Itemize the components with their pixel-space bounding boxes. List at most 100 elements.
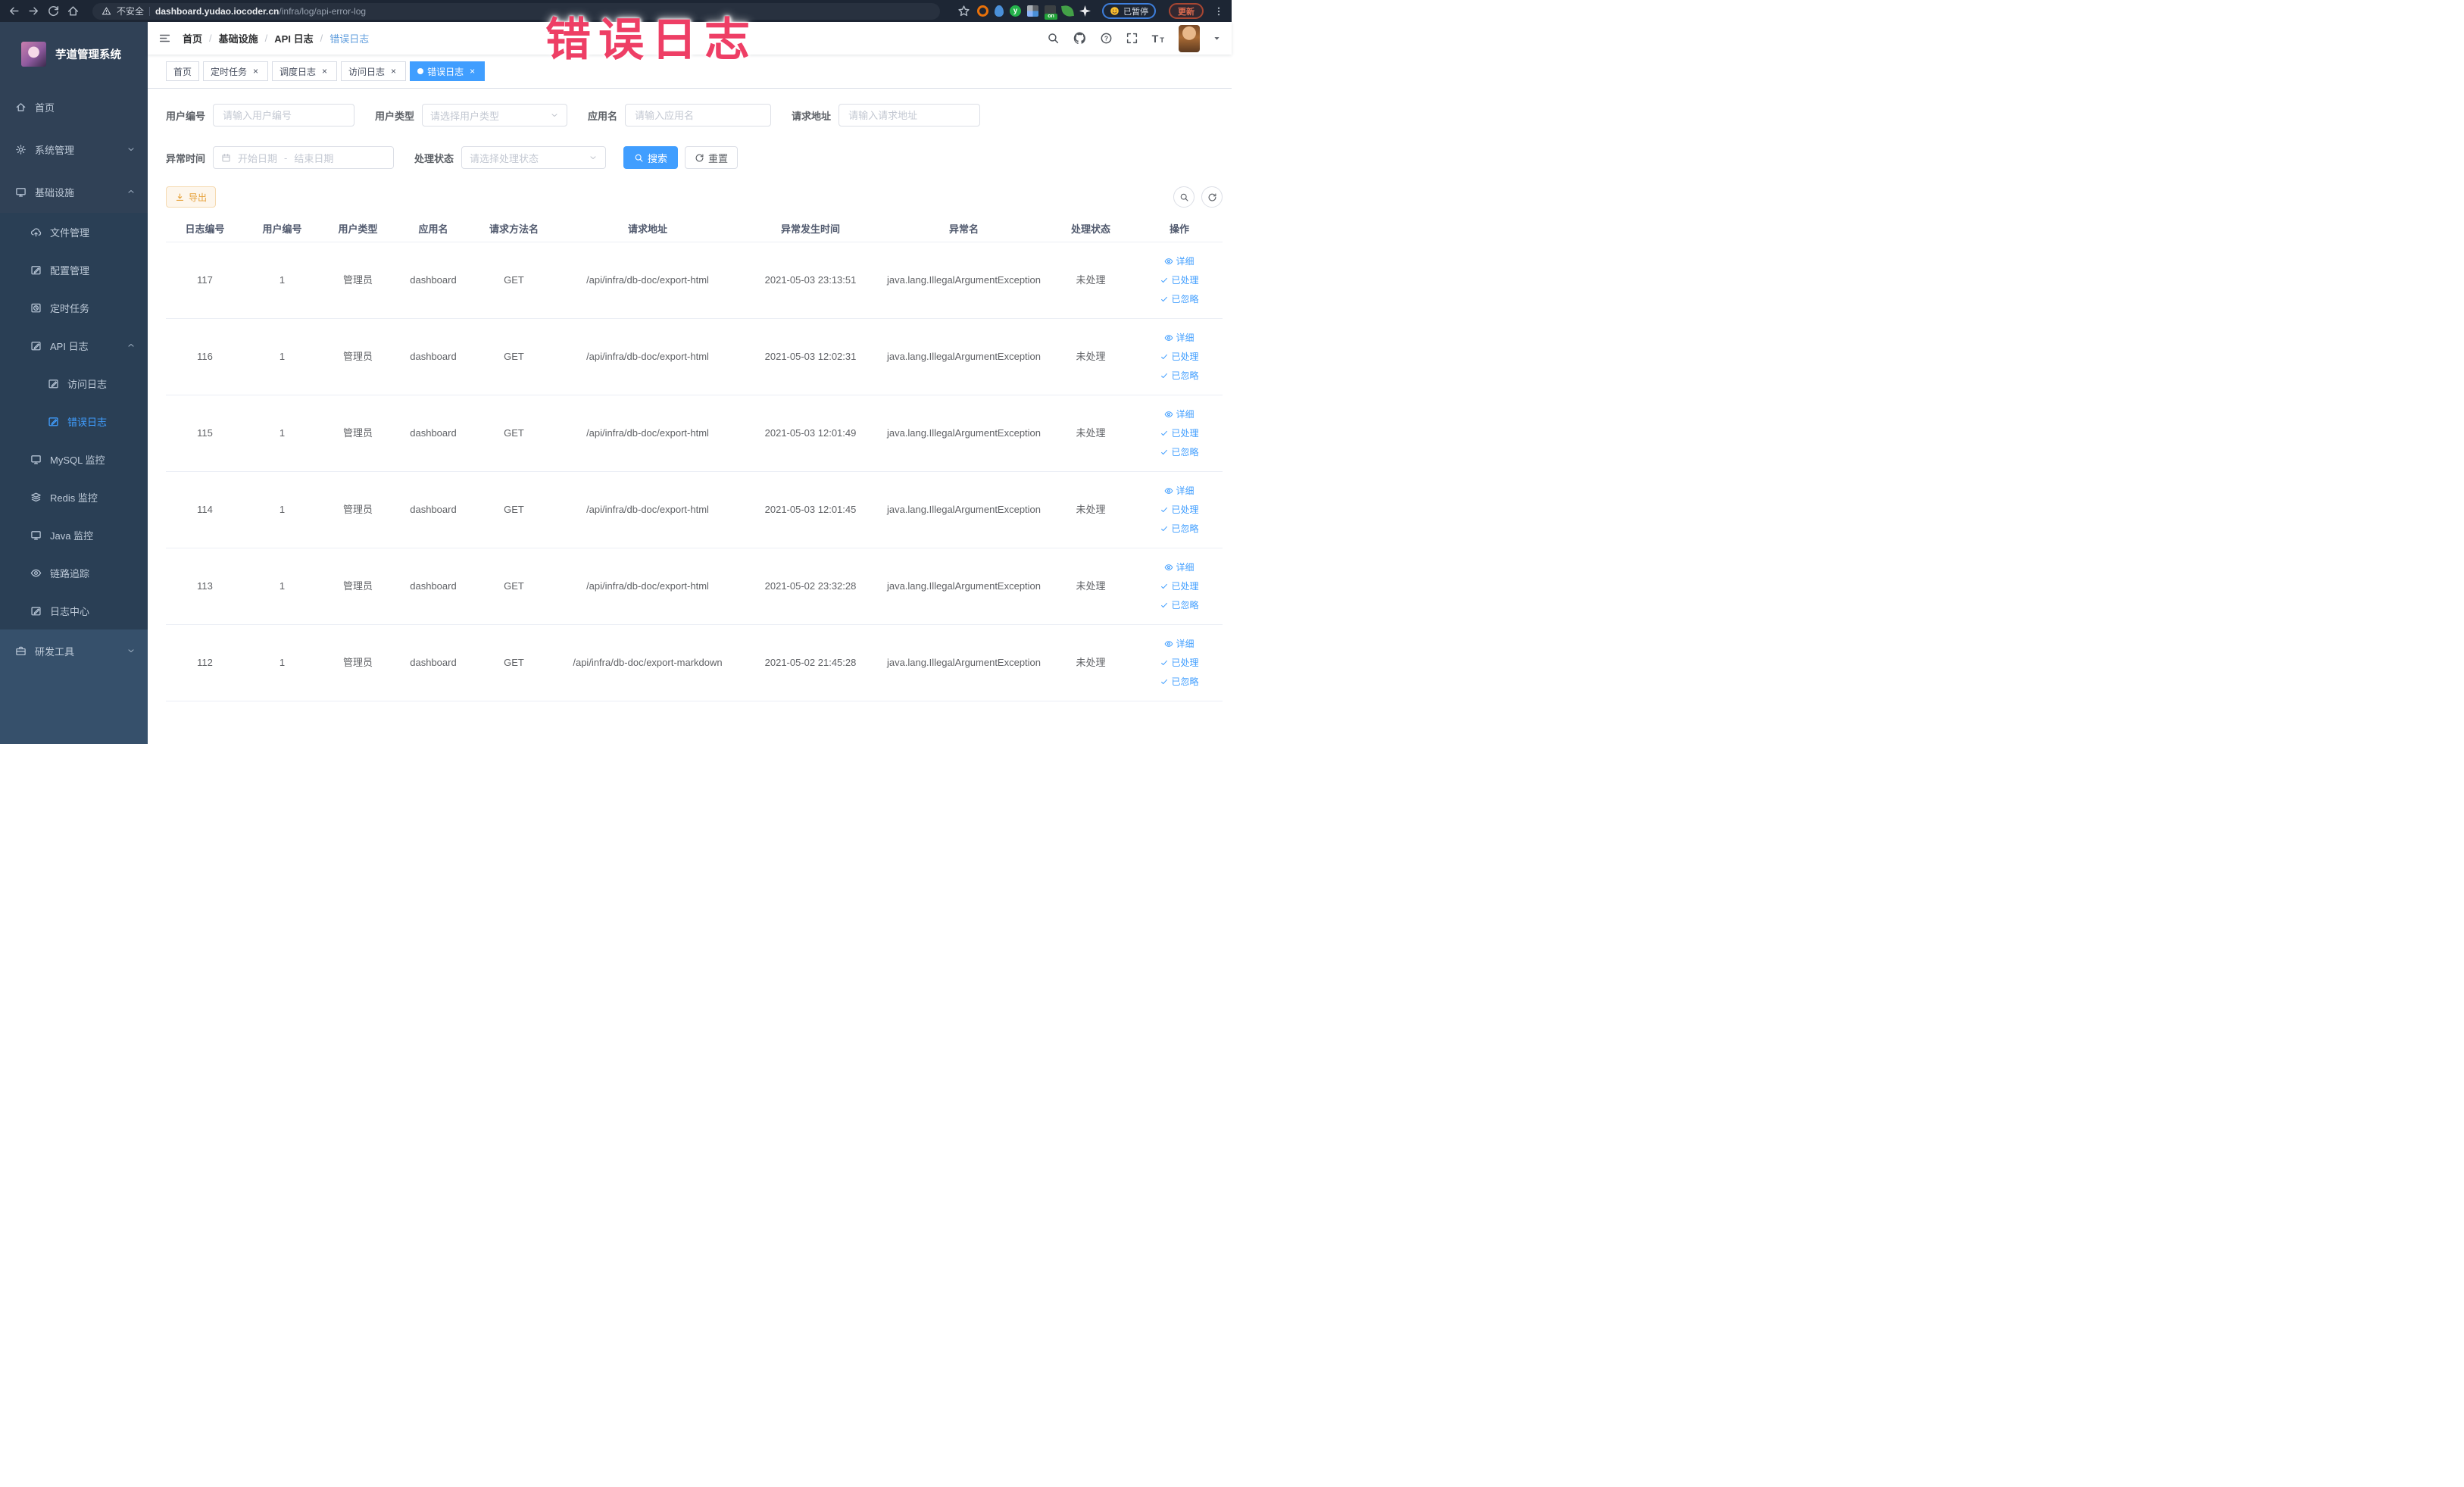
reload-icon[interactable] bbox=[47, 5, 60, 17]
column-header-6: 请求地址 bbox=[627, 223, 667, 235]
tab-调度日志[interactable]: 调度日志 × bbox=[272, 61, 338, 81]
extension-leaf-icon[interactable] bbox=[1061, 5, 1074, 17]
monitor-icon bbox=[15, 186, 27, 198]
exception-time-range-picker[interactable]: 开始日期 - 结束日期 bbox=[213, 146, 395, 169]
github-icon[interactable] bbox=[1073, 31, 1087, 45]
cell-app_name: dashboard bbox=[410, 274, 457, 286]
sidebar-item-首页[interactable]: 首页 bbox=[0, 86, 148, 128]
breadcrumb-separator: / bbox=[320, 33, 323, 44]
action-已处理-link[interactable]: 已处理 bbox=[1160, 426, 1199, 440]
update-button[interactable]: 更新 bbox=[1169, 3, 1204, 19]
extension-orange-ring-icon[interactable] bbox=[977, 5, 988, 17]
tab-访问日志[interactable]: 访问日志 × bbox=[341, 61, 407, 81]
action-label: 已处理 bbox=[1171, 505, 1199, 515]
browser-home-icon[interactable] bbox=[67, 5, 80, 17]
extension-icons: y bbox=[977, 5, 1091, 20]
tab-close-icon[interactable]: × bbox=[251, 66, 261, 77]
extension-grid-icon[interactable] bbox=[1027, 5, 1038, 17]
user-caret-down-icon[interactable] bbox=[1213, 34, 1221, 42]
hamburger-icon[interactable] bbox=[158, 32, 171, 45]
sidebar-item-链路追踪[interactable]: 链路追踪 bbox=[0, 554, 148, 592]
action-已忽略-link[interactable]: 已忽略 bbox=[1160, 369, 1199, 383]
search-icon[interactable] bbox=[1047, 32, 1060, 45]
extension-star-icon[interactable] bbox=[1079, 5, 1091, 17]
toggle-search-button[interactable] bbox=[1173, 186, 1195, 208]
user-avatar[interactable] bbox=[1179, 24, 1200, 52]
action-已处理-link[interactable]: 已处理 bbox=[1160, 579, 1199, 593]
action-已忽略-link[interactable]: 已忽略 bbox=[1160, 675, 1199, 689]
tab-定时任务[interactable]: 定时任务 × bbox=[203, 61, 269, 81]
extension-on-toggle-icon[interactable] bbox=[1045, 5, 1057, 20]
range-separator: - bbox=[284, 152, 288, 164]
app-name-input[interactable] bbox=[625, 104, 772, 127]
security-label[interactable]: 不安全 bbox=[117, 5, 144, 17]
action-已处理-link[interactable]: 已处理 bbox=[1160, 273, 1199, 287]
extension-blue-drop-icon[interactable] bbox=[995, 5, 1004, 17]
breadcrumb-item-1[interactable]: 首页 bbox=[183, 31, 202, 45]
sidebar-item-访问日志[interactable]: 访问日志 bbox=[0, 364, 148, 402]
action-详细-link[interactable]: 详细 bbox=[1164, 408, 1195, 421]
action-已处理-link[interactable]: 已处理 bbox=[1160, 656, 1199, 670]
breadcrumb-item-3[interactable]: API 日志 bbox=[274, 31, 313, 45]
sidebar-item-定时任务[interactable]: 定时任务 bbox=[0, 289, 148, 326]
action-详细-link[interactable]: 详细 bbox=[1164, 331, 1195, 345]
extension-green-y-icon[interactable]: y bbox=[1010, 5, 1021, 17]
sidebar-item-redis-监控[interactable]: Redis 监控 bbox=[0, 478, 148, 516]
cell-app_name: dashboard bbox=[410, 504, 457, 516]
action-详细-link[interactable]: 详细 bbox=[1164, 484, 1195, 498]
action-详细-link[interactable]: 详细 bbox=[1164, 255, 1195, 268]
tab-错误日志[interactable]: 错误日志 × bbox=[410, 61, 486, 81]
table-row-116: 116 1 管理员 dashboard GET/api/infra/db-doc/exp… bbox=[166, 319, 1223, 395]
clock-icon bbox=[30, 302, 42, 314]
tab-close-icon[interactable]: × bbox=[389, 66, 398, 77]
action-已忽略-link[interactable]: 已忽略 bbox=[1160, 292, 1199, 306]
action-已忽略-link[interactable]: 已忽略 bbox=[1160, 522, 1199, 536]
bookmark-star-icon[interactable] bbox=[957, 5, 970, 17]
action-已忽略-link[interactable]: 已忽略 bbox=[1160, 598, 1199, 612]
forward-icon[interactable] bbox=[27, 5, 40, 17]
sidebar-item-配置管理[interactable]: 配置管理 bbox=[0, 251, 148, 289]
cell-app_name: dashboard bbox=[410, 657, 457, 669]
export-button[interactable]: 导出 bbox=[166, 186, 217, 208]
tab-close-icon[interactable]: × bbox=[320, 66, 329, 77]
cell-time: 2021-05-03 23:13:51 bbox=[764, 274, 857, 286]
sidebar-item-日志中心[interactable]: 日志中心 bbox=[0, 592, 148, 629]
back-icon[interactable] bbox=[8, 5, 20, 17]
request-url-input[interactable] bbox=[839, 104, 981, 127]
breadcrumb-item-2[interactable]: 基础设施 bbox=[219, 31, 258, 45]
help-icon[interactable]: ? bbox=[1100, 32, 1113, 45]
user-type-select[interactable]: 请选择用户类型 bbox=[422, 104, 568, 127]
check-icon bbox=[1160, 601, 1169, 610]
sidebar-item-mysql-监控[interactable]: MySQL 监控 bbox=[0, 440, 148, 478]
sidebar-item-api-日志[interactable]: API 日志 bbox=[0, 326, 148, 364]
process-status-select[interactable]: 请选择处理状态 bbox=[461, 146, 607, 169]
app-logo-row[interactable]: 芋道管理系统 bbox=[0, 22, 148, 86]
action-详细-link[interactable]: 详细 bbox=[1164, 637, 1195, 651]
sidebar-item-研发工具[interactable]: 研发工具 bbox=[0, 629, 148, 672]
action-详细-link[interactable]: 详细 bbox=[1164, 561, 1195, 574]
action-已处理-link[interactable]: 已处理 bbox=[1160, 503, 1199, 517]
sidebar-item-文件管理[interactable]: 文件管理 bbox=[0, 213, 148, 251]
address-bar[interactable]: 不安全 dashboard.yudao.iocoder.cn/infra/log… bbox=[92, 2, 940, 20]
user-id-input[interactable] bbox=[213, 104, 355, 127]
sidebar-item-系统管理[interactable]: 系统管理 bbox=[0, 128, 148, 170]
sidebar-item-基础设施[interactable]: 基础设施 bbox=[0, 170, 148, 213]
refresh-table-button[interactable] bbox=[1201, 186, 1223, 208]
paused-extension-badge[interactable]: 已暂停 bbox=[1102, 3, 1156, 19]
action-已处理-link[interactable]: 已处理 bbox=[1160, 350, 1199, 364]
user-id-label: 用户编号 bbox=[166, 110, 206, 122]
font-size-icon[interactable]: TT bbox=[1151, 31, 1166, 45]
sidebar-item-java-监控[interactable]: Java 监控 bbox=[0, 516, 148, 554]
search-button[interactable]: 搜索 bbox=[623, 146, 679, 169]
cell-user_id: 1 bbox=[279, 274, 286, 286]
column-header-2: 用户编号 bbox=[262, 223, 302, 235]
sidebar-item-错误日志[interactable]: 错误日志 bbox=[0, 402, 148, 440]
action-已忽略-link[interactable]: 已忽略 bbox=[1160, 445, 1199, 459]
browser-menu-icon[interactable] bbox=[1213, 5, 1224, 17]
action-label: 详细 bbox=[1176, 409, 1195, 420]
tab-首页[interactable]: 首页 bbox=[166, 61, 200, 81]
tab-close-icon[interactable]: × bbox=[467, 66, 477, 77]
sidebar-item-label: 错误日志 bbox=[67, 416, 108, 428]
reset-button[interactable]: 重置 bbox=[685, 146, 739, 169]
fullscreen-icon[interactable] bbox=[1126, 32, 1138, 45]
